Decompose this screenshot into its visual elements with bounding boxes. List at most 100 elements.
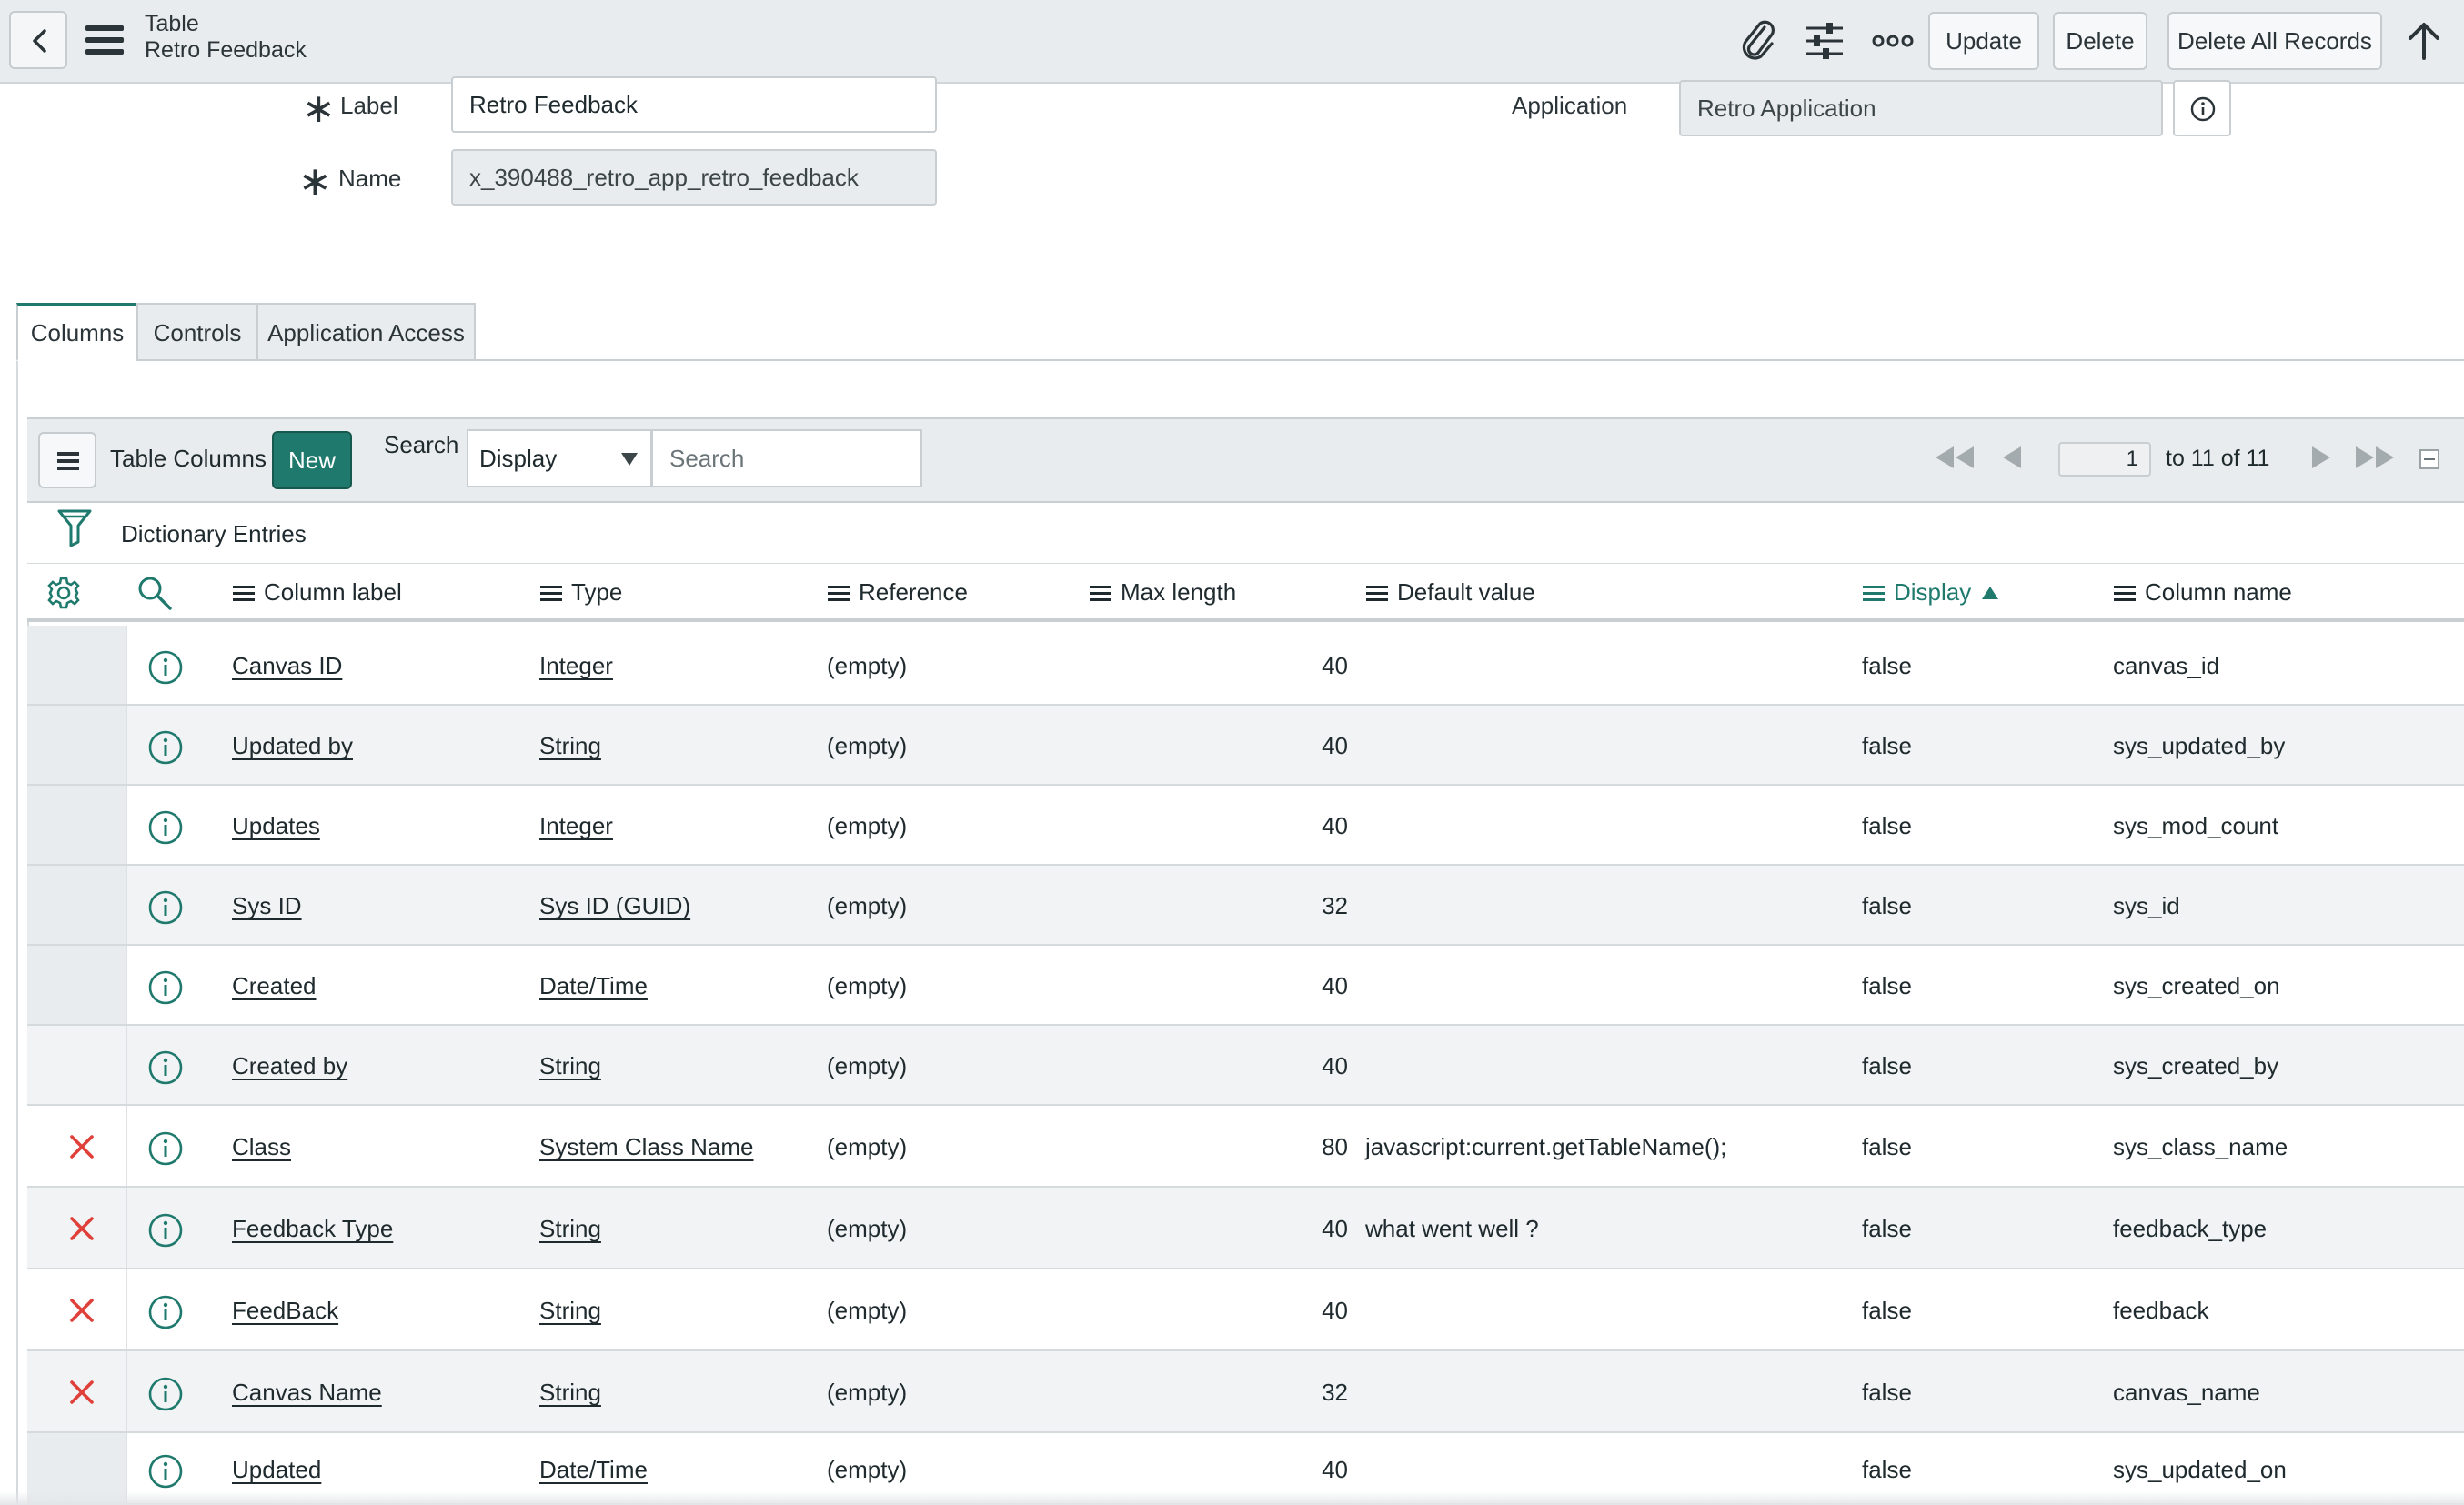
column-menu-icon[interactable] xyxy=(233,584,256,602)
delete-x-icon[interactable] xyxy=(68,1215,96,1242)
column-menu-icon[interactable] xyxy=(828,584,851,602)
update-button[interactable]: Update xyxy=(1928,12,2039,70)
delete-x-icon[interactable] xyxy=(68,1379,96,1406)
column-menu-icon[interactable] xyxy=(1090,584,1113,602)
sliders-icon[interactable] xyxy=(1803,18,1848,64)
tab-columns[interactable]: Columns xyxy=(16,303,138,361)
table-row[interactable]: Created by String (empty) 40 false sys_create… xyxy=(27,1026,2464,1106)
column-header-reference[interactable]: Reference xyxy=(828,578,968,607)
cell-column-label[interactable]: Class xyxy=(232,1133,291,1161)
column-header-default-value[interactable]: Default value xyxy=(1366,578,1535,607)
info-icon[interactable] xyxy=(147,1294,184,1330)
cell-reference: (empty) xyxy=(827,652,908,679)
cell-column-label[interactable]: FeedBack xyxy=(232,1297,338,1325)
table-row[interactable]: Canvas ID Integer (empty) 40 false canvas_id xyxy=(27,626,2464,706)
cell-column-label[interactable]: Created by xyxy=(232,1052,347,1080)
cell-type[interactable]: System Class Name xyxy=(539,1133,754,1161)
info-icon[interactable] xyxy=(147,969,184,1006)
table-row[interactable]: Updated by String (empty) 40 false sys_update… xyxy=(27,706,2464,786)
cell-type[interactable]: String xyxy=(539,1379,601,1407)
filter-icon[interactable] xyxy=(56,507,93,547)
column-header-type[interactable]: Type xyxy=(540,578,622,607)
paperclip-icon[interactable] xyxy=(1735,18,1781,64)
delete-all-records-button[interactable]: Delete All Records xyxy=(2167,12,2382,70)
cell-column-label[interactable]: Sys ID xyxy=(232,892,302,920)
cell-column-label[interactable]: Canvas Name xyxy=(232,1379,382,1407)
cell-column-label[interactable]: Updates xyxy=(232,812,320,840)
gear-icon[interactable] xyxy=(45,575,82,611)
row-gutter xyxy=(27,706,127,784)
tab-controls[interactable]: Controls xyxy=(136,303,258,361)
info-icon[interactable] xyxy=(147,1049,184,1086)
column-header-max-length[interactable]: Max length xyxy=(1090,578,1236,607)
info-icon[interactable] xyxy=(147,729,184,766)
info-icon[interactable] xyxy=(147,889,184,926)
search-field-select[interactable]: Display xyxy=(467,429,652,487)
cell-column-label[interactable]: Created xyxy=(232,972,317,1000)
cell-column-label[interactable]: Feedback Type xyxy=(232,1215,393,1243)
hamburger-menu-icon[interactable] xyxy=(85,24,126,56)
info-icon[interactable] xyxy=(147,1212,184,1249)
new-button[interactable]: New xyxy=(272,431,352,489)
breadcrumb[interactable]: Dictionary Entries xyxy=(121,520,307,548)
column-header-display[interactable]: Display xyxy=(1863,578,1999,607)
cell-type[interactable]: String xyxy=(539,732,601,760)
cell-type[interactable]: String xyxy=(539,1215,601,1243)
info-icon[interactable] xyxy=(147,649,184,686)
table-row[interactable]: Class System Class Name (empty) 80 javascrip… xyxy=(27,1106,2464,1188)
application-field[interactable]: Retro Application xyxy=(1679,80,2163,136)
cell-type[interactable]: String xyxy=(539,1297,601,1325)
cell-type[interactable]: Date/Time xyxy=(539,1456,648,1484)
list-menu-icon[interactable] xyxy=(38,432,96,488)
column-header-column-name[interactable]: Column name xyxy=(2114,578,2292,607)
table-row[interactable]: Created Date/Time (empty) 40 false sys_create… xyxy=(27,946,2464,1026)
cell-column-name: sys_created_on xyxy=(2113,972,2280,999)
cell-column-label[interactable]: Canvas ID xyxy=(232,652,342,680)
info-icon[interactable] xyxy=(147,1453,184,1490)
column-header-label[interactable]: Column label xyxy=(233,578,402,607)
info-icon[interactable] xyxy=(147,809,184,846)
column-menu-icon[interactable] xyxy=(1863,584,1886,602)
more-icon[interactable] xyxy=(1870,18,1916,64)
table-row[interactable]: FeedBack String (empty) 40 false feedback xyxy=(27,1269,2464,1351)
cell-column-label[interactable]: Updated xyxy=(232,1456,321,1484)
cell-column-label[interactable]: Updated by xyxy=(232,732,353,760)
arrow-up-icon[interactable] xyxy=(2401,18,2447,64)
first-page-icon[interactable] xyxy=(1932,444,1979,471)
delete-x-icon[interactable] xyxy=(68,1297,96,1324)
next-page-icon[interactable] xyxy=(2308,444,2332,471)
delete-x-icon[interactable] xyxy=(68,1133,96,1160)
table-row[interactable]: Sys ID Sys ID (GUID) (empty) 32 false sys_id xyxy=(27,866,2464,946)
delete-button[interactable]: Delete xyxy=(2053,12,2147,70)
column-menu-icon[interactable] xyxy=(540,584,564,602)
cell-type[interactable]: String xyxy=(539,1052,601,1080)
cell-display: false xyxy=(1862,812,1912,839)
table-row[interactable]: Feedback Type String (empty) 40 what went we… xyxy=(27,1188,2464,1269)
page-number-input[interactable] xyxy=(2058,442,2151,477)
tab-application-access[interactable]: Application Access xyxy=(256,303,476,361)
cell-type[interactable]: Integer xyxy=(539,812,613,840)
collapse-icon[interactable] xyxy=(2419,449,2439,469)
back-button[interactable] xyxy=(9,11,67,69)
search-icon[interactable] xyxy=(136,575,173,611)
application-info-button[interactable] xyxy=(2173,80,2231,136)
table-row[interactable]: Updates Integer (empty) 40 false sys_mod_coun… xyxy=(27,786,2464,866)
header-subtitle: Retro Feedback xyxy=(145,37,307,63)
name-field[interactable]: x_390488_retro_app_retro_feedback xyxy=(451,149,937,206)
search-input[interactable] xyxy=(651,429,922,487)
prev-page-icon[interactable] xyxy=(2001,444,2025,471)
column-menu-icon[interactable] xyxy=(1366,584,1390,602)
cell-type[interactable]: Date/Time xyxy=(539,972,648,1000)
cell-type[interactable]: Integer xyxy=(539,652,613,680)
info-icon[interactable] xyxy=(147,1376,184,1412)
column-menu-icon[interactable] xyxy=(2114,584,2137,602)
cell-reference: (empty) xyxy=(827,1215,908,1242)
cell-display: false xyxy=(1862,1052,1912,1079)
row-gutter xyxy=(27,786,127,864)
label-field[interactable]: Retro Feedback xyxy=(451,76,937,133)
last-page-icon[interactable] xyxy=(2352,444,2399,471)
table-row[interactable]: Canvas Name String (empty) 32 false canvas_na… xyxy=(27,1351,2464,1433)
info-icon[interactable] xyxy=(147,1130,184,1167)
cell-reference: (empty) xyxy=(827,1379,908,1406)
cell-type[interactable]: Sys ID (GUID) xyxy=(539,892,690,920)
